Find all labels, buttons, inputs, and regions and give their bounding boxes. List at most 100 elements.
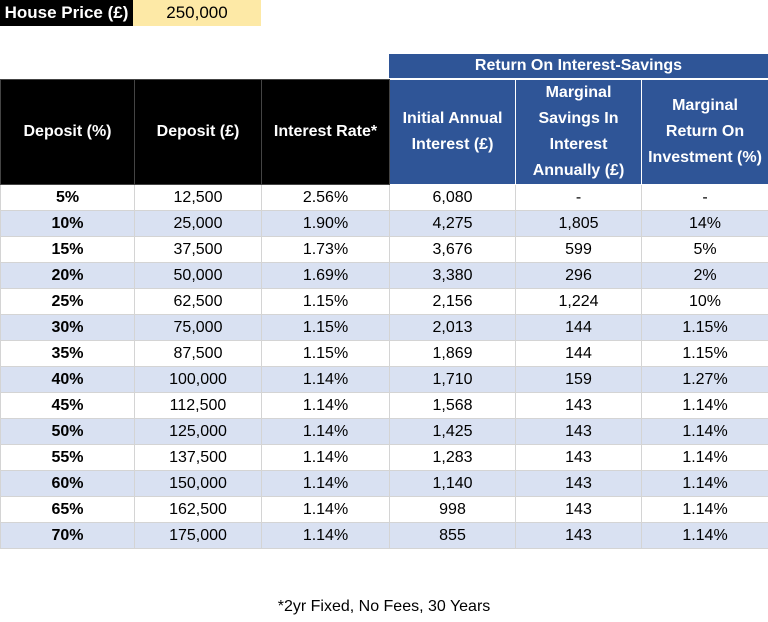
marginal-return-cell[interactable]: 14% [641, 210, 768, 237]
deposit-percent-cell[interactable]: 35% [0, 340, 135, 367]
interest-rate-cell[interactable]: 1.14% [261, 392, 390, 419]
interest-rate-cell[interactable]: 1.14% [261, 496, 390, 523]
initial-interest-cell[interactable]: 1,283 [389, 444, 516, 471]
deposit-percent-cell[interactable]: 15% [0, 236, 135, 263]
deposit-percent-cell[interactable]: 30% [0, 314, 135, 341]
deposit-amount-cell[interactable]: 37,500 [134, 236, 262, 263]
column-header-initial-annual-interest: Initial Annual Interest (£) [389, 79, 516, 185]
column-header-marginal-return: Marginal Return On Investment (%) [641, 79, 768, 185]
initial-interest-cell[interactable]: 3,676 [389, 236, 516, 263]
deposit-amount-cell[interactable]: 137,500 [134, 444, 262, 471]
deposit-percent-cell[interactable]: 65% [0, 496, 135, 523]
interest-rate-cell[interactable]: 1.15% [261, 288, 390, 315]
interest-rate-cell[interactable]: 1.73% [261, 236, 390, 263]
initial-interest-cell[interactable]: 1,568 [389, 392, 516, 419]
deposit-amount-cell[interactable]: 50,000 [134, 262, 262, 289]
deposit-amount-cell[interactable]: 25,000 [134, 210, 262, 237]
house-price-bar: House Price (£) 250,000 [0, 0, 261, 26]
marginal-return-cell[interactable]: 1.15% [641, 340, 768, 367]
deposit-table: Deposit (%) Deposit (£) Interest Rate* I… [0, 79, 768, 549]
table-row: 30% 75,000 1.15% 2,013 144 1.15% [0, 314, 768, 341]
interest-rate-cell[interactable]: 1.14% [261, 522, 390, 549]
deposit-percent-cell[interactable]: 40% [0, 366, 135, 393]
deposit-amount-cell[interactable]: 62,500 [134, 288, 262, 315]
initial-interest-cell[interactable]: 2,156 [389, 288, 516, 315]
interest-rate-cell[interactable]: 1.14% [261, 470, 390, 497]
deposit-percent-cell[interactable]: 20% [0, 262, 135, 289]
initial-interest-cell[interactable]: 3,380 [389, 262, 516, 289]
initial-interest-cell[interactable]: 855 [389, 522, 516, 549]
interest-rate-cell[interactable]: 1.14% [261, 366, 390, 393]
deposit-amount-cell[interactable]: 175,000 [134, 522, 262, 549]
marginal-return-cell[interactable]: 1.15% [641, 314, 768, 341]
marginal-savings-cell[interactable]: 143 [515, 522, 642, 549]
marginal-savings-cell[interactable]: 1,805 [515, 210, 642, 237]
initial-interest-cell[interactable]: 4,275 [389, 210, 516, 237]
marginal-savings-cell[interactable]: 296 [515, 262, 642, 289]
marginal-return-cell[interactable]: 2% [641, 262, 768, 289]
marginal-return-cell[interactable]: 1.14% [641, 496, 768, 523]
initial-interest-cell[interactable]: 1,869 [389, 340, 516, 367]
marginal-return-cell[interactable]: - [641, 184, 768, 211]
initial-interest-cell[interactable]: 998 [389, 496, 516, 523]
table-row: 20% 50,000 1.69% 3,380 296 2% [0, 262, 768, 289]
deposit-amount-cell[interactable]: 125,000 [134, 418, 262, 445]
deposit-percent-cell[interactable]: 55% [0, 444, 135, 471]
marginal-return-cell[interactable]: 1.14% [641, 522, 768, 549]
interest-rate-cell[interactable]: 2.56% [261, 184, 390, 211]
marginal-savings-cell[interactable]: 143 [515, 496, 642, 523]
marginal-return-cell[interactable]: 1.14% [641, 418, 768, 445]
column-header-deposit-percent: Deposit (%) [0, 79, 135, 185]
marginal-return-cell[interactable]: 1.14% [641, 470, 768, 497]
deposit-amount-cell[interactable]: 112,500 [134, 392, 262, 419]
deposit-percent-cell[interactable]: 70% [0, 522, 135, 549]
table-row: 60% 150,000 1.14% 1,140 143 1.14% [0, 470, 768, 497]
initial-interest-cell[interactable]: 6,080 [389, 184, 516, 211]
house-price-label: House Price (£) [0, 0, 133, 26]
deposit-amount-cell[interactable]: 162,500 [134, 496, 262, 523]
marginal-savings-cell[interactable]: 159 [515, 366, 642, 393]
deposit-percent-cell[interactable]: 50% [0, 418, 135, 445]
marginal-return-cell[interactable]: 1.14% [641, 392, 768, 419]
interest-rate-cell[interactable]: 1.69% [261, 262, 390, 289]
deposit-amount-cell[interactable]: 150,000 [134, 470, 262, 497]
interest-rate-cell[interactable]: 1.15% [261, 314, 390, 341]
initial-interest-cell[interactable]: 1,425 [389, 418, 516, 445]
deposit-amount-cell[interactable]: 87,500 [134, 340, 262, 367]
marginal-savings-cell[interactable]: - [515, 184, 642, 211]
footnote: *2yr Fixed, No Fees, 30 Years [277, 598, 491, 615]
deposit-amount-cell[interactable]: 12,500 [134, 184, 262, 211]
interest-rate-cell[interactable]: 1.14% [261, 444, 390, 471]
deposit-amount-cell[interactable]: 75,000 [134, 314, 262, 341]
marginal-savings-cell[interactable]: 143 [515, 470, 642, 497]
marginal-return-cell[interactable]: 10% [641, 288, 768, 315]
table-row: 35% 87,500 1.15% 1,869 144 1.15% [0, 340, 768, 367]
initial-interest-cell[interactable]: 1,710 [389, 366, 516, 393]
table-row: 5% 12,500 2.56% 6,080- - [0, 184, 768, 211]
marginal-savings-cell[interactable]: 143 [515, 392, 642, 419]
marginal-savings-cell[interactable]: 143 [515, 444, 642, 471]
marginal-return-cell[interactable]: 1.14% [641, 444, 768, 471]
table-row: 10% 25,000 1.90% 4,275 1,805 14% [0, 210, 768, 237]
deposit-percent-cell[interactable]: 10% [0, 210, 135, 237]
interest-rate-cell[interactable]: 1.15% [261, 340, 390, 367]
house-price-value[interactable]: 250,000 [133, 0, 261, 26]
table-row: 55% 137,500 1.14% 1,283 143 1.14% [0, 444, 768, 471]
marginal-savings-cell[interactable]: 143 [515, 418, 642, 445]
deposit-percent-cell[interactable]: 25% [0, 288, 135, 315]
interest-rate-cell[interactable]: 1.14% [261, 418, 390, 445]
marginal-return-cell[interactable]: 5% [641, 236, 768, 263]
deposit-percent-cell[interactable]: 45% [0, 392, 135, 419]
initial-interest-cell[interactable]: 2,013 [389, 314, 516, 341]
column-header-deposit-amount: Deposit (£) [134, 79, 262, 185]
interest-rate-cell[interactable]: 1.90% [261, 210, 390, 237]
deposit-percent-cell[interactable]: 5% [0, 184, 135, 211]
initial-interest-cell[interactable]: 1,140 [389, 470, 516, 497]
marginal-savings-cell[interactable]: 144 [515, 314, 642, 341]
deposit-percent-cell[interactable]: 60% [0, 470, 135, 497]
marginal-savings-cell[interactable]: 144 [515, 340, 642, 367]
deposit-amount-cell[interactable]: 100,000 [134, 366, 262, 393]
marginal-savings-cell[interactable]: 1,224 [515, 288, 642, 315]
marginal-savings-cell[interactable]: 599 [515, 236, 642, 263]
marginal-return-cell[interactable]: 1.27% [641, 366, 768, 393]
